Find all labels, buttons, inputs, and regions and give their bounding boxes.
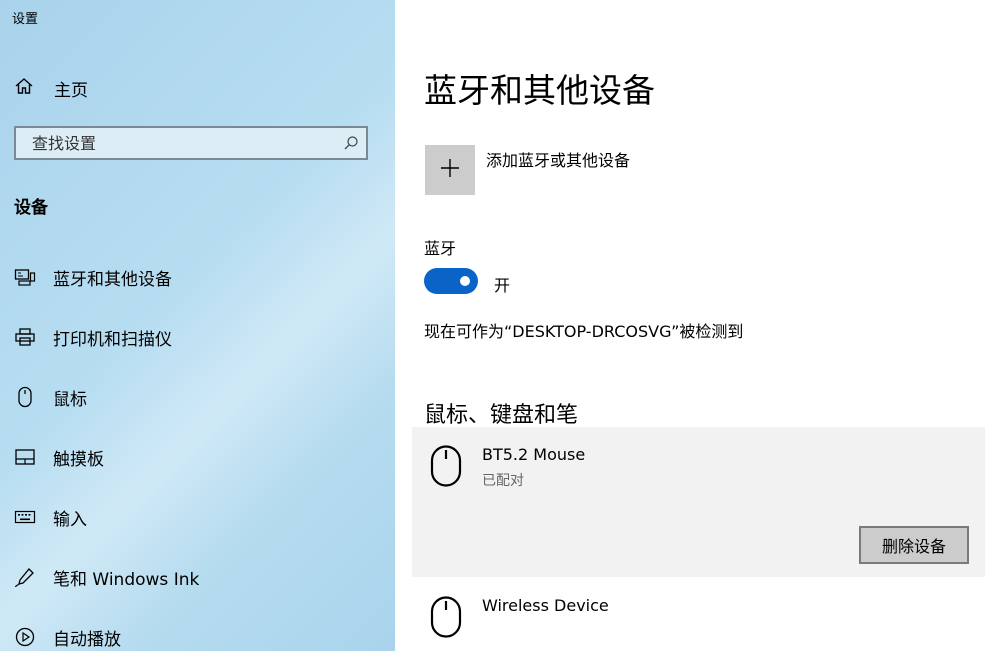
printer-icon [12,327,38,347]
remove-device-button[interactable]: 删除设备 [859,526,969,564]
home-icon [14,76,34,100]
sidebar-item-label: 打印机和扫描仪 [53,329,172,350]
sidebar-item-home[interactable]: 主页 [14,76,88,101]
sidebar-item-label: 鼠标 [53,389,87,410]
sidebar-item-printers[interactable]: 打印机和扫描仪 [0,317,395,357]
sidebar: 设置 主页 设备 蓝牙和其他设备 打印机和扫描仪 鼠标 触摸板 [0,0,395,651]
device-status: 已配对 [482,473,524,489]
sidebar-item-pen[interactable]: 笔和 Windows Ink [0,557,395,597]
sidebar-section-title: 设备 [14,198,48,218]
device-name: Wireless Device [482,596,609,615]
toggle-knob [460,276,470,286]
search-icon[interactable] [336,135,366,151]
plus-icon [439,157,461,183]
window-title: 设置 [12,12,39,27]
sidebar-item-label: 触摸板 [53,449,104,470]
add-device-button[interactable] [425,145,475,195]
pen-icon [12,566,38,588]
autoplay-icon [12,626,38,648]
sidebar-home-label: 主页 [54,80,88,101]
devices-group-title: 鼠标、键盘和笔 [424,403,579,428]
add-device-label[interactable]: 添加蓝牙或其他设备 [486,147,630,171]
search-box[interactable] [14,126,368,160]
sidebar-item-label: 自动播放 [53,629,121,650]
sidebar-item-touchpad[interactable]: 触摸板 [0,437,395,477]
bluetooth-label: 蓝牙 [424,239,457,258]
main-panel: 蓝牙和其他设备 添加蓝牙或其他设备 蓝牙 开 现在可作为“DESKTOP-DRC… [395,0,1001,651]
mouse-icon [430,445,462,487]
mouse-icon [12,386,38,408]
sidebar-item-autoplay[interactable]: 自动播放 [0,617,395,657]
sidebar-item-label: 蓝牙和其他设备 [53,269,172,290]
sidebar-item-mouse[interactable]: 鼠标 [0,377,395,417]
device-item-selected[interactable]: BT5.2 Mouse 已配对 删除设备 [412,427,985,577]
sidebar-item-label: 笔和 Windows Ink [53,569,200,590]
sidebar-item-label: 输入 [53,509,87,530]
discoverable-text: 现在可作为“DESKTOP-DRCOSVG”被检测到 [424,322,744,341]
sidebar-item-bluetooth[interactable]: 蓝牙和其他设备 [0,257,395,297]
touchpad-icon [12,448,38,466]
bluetooth-devices-icon [12,267,38,287]
device-name: BT5.2 Mouse [482,445,586,464]
sidebar-item-typing[interactable]: 输入 [0,497,395,537]
search-input[interactable] [30,132,336,154]
bluetooth-state-label: 开 [494,276,511,295]
mouse-icon [430,596,462,638]
bluetooth-toggle[interactable] [424,268,478,294]
keyboard-icon [12,510,38,524]
page-title: 蓝牙和其他设备 [424,71,655,110]
